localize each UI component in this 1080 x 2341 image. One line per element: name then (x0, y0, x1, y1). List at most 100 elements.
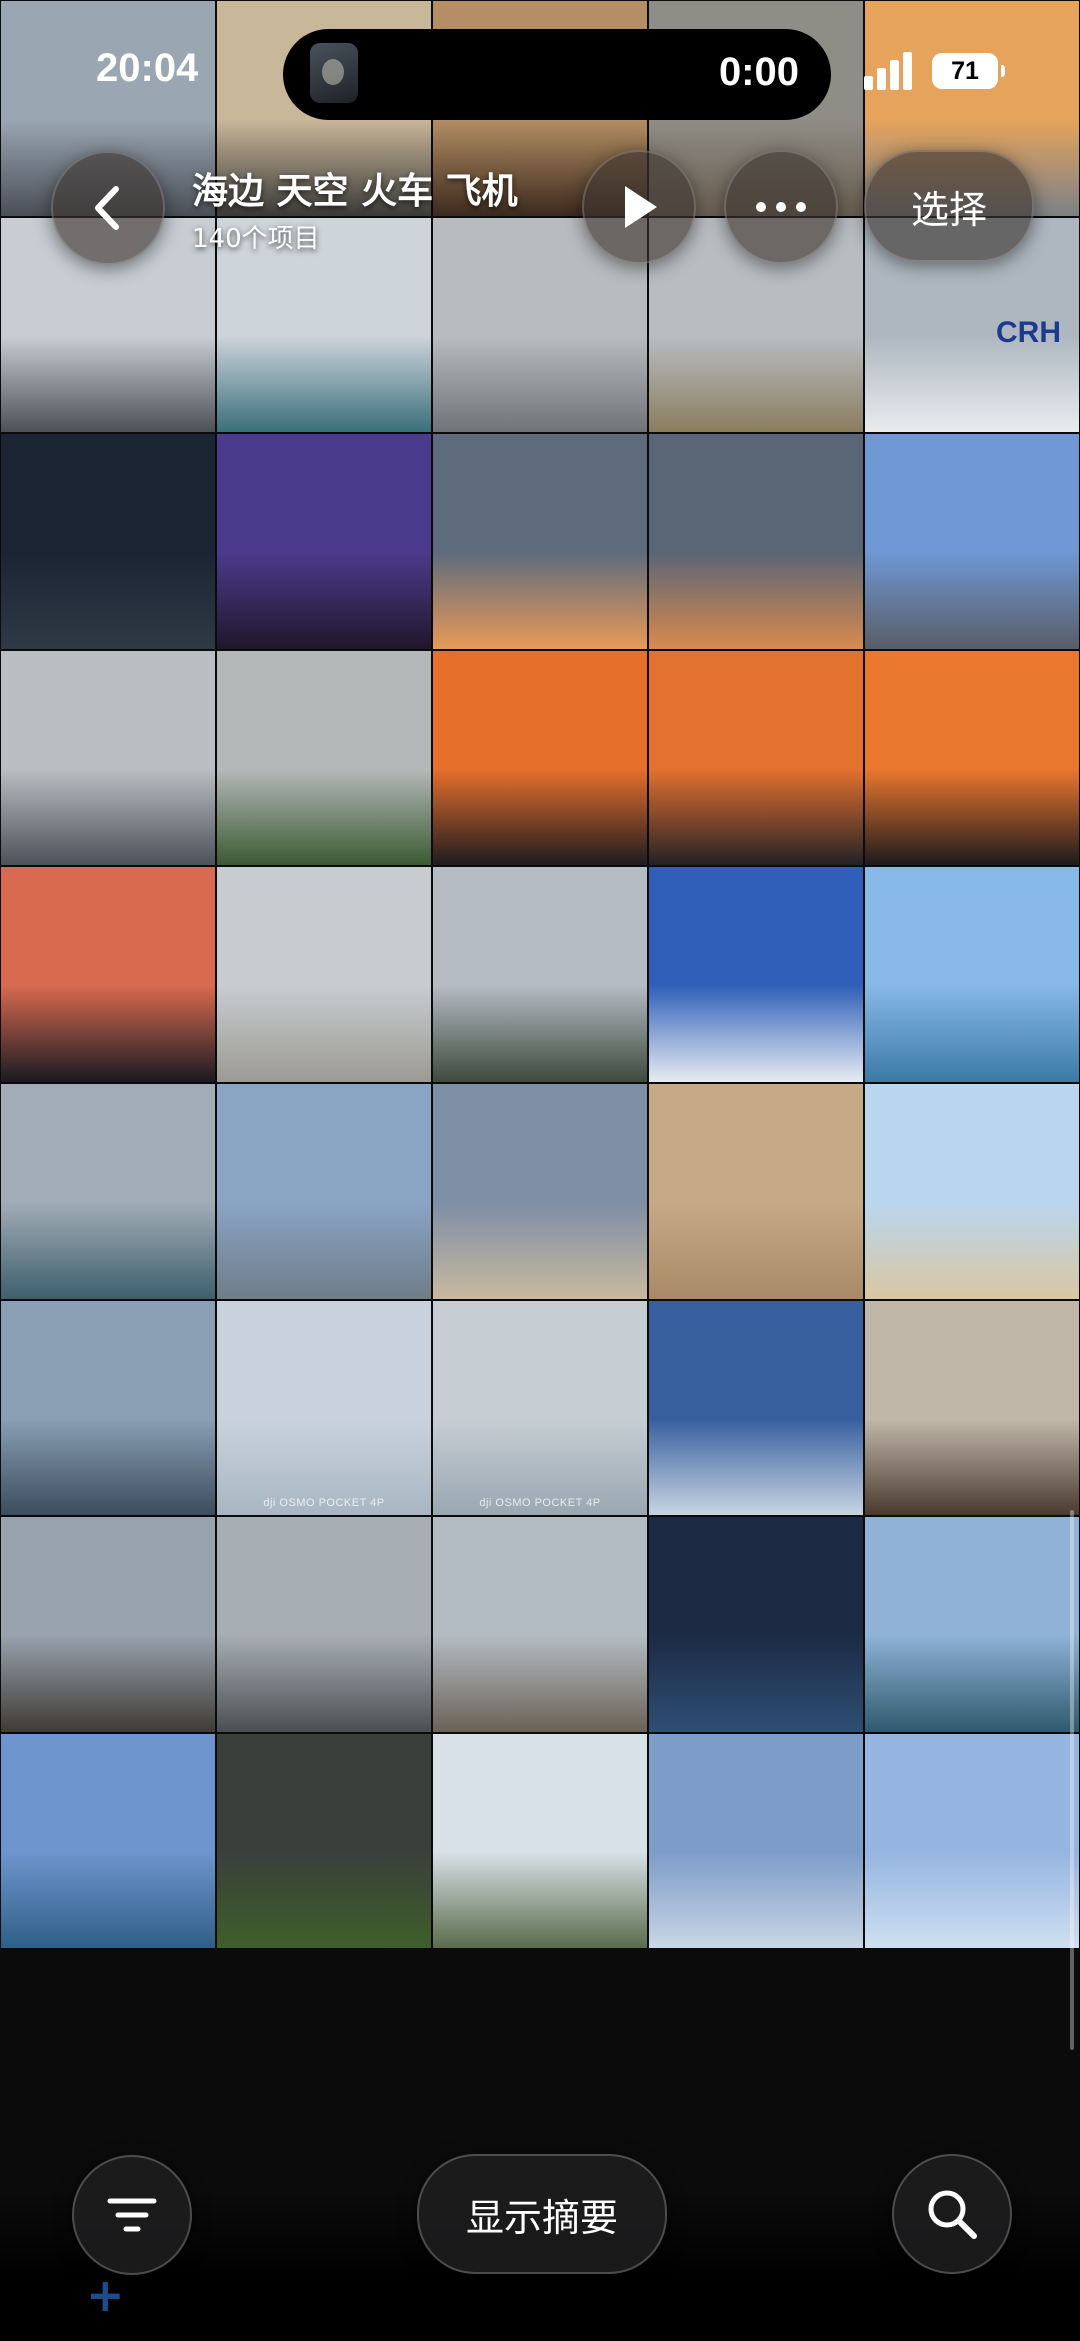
photo-watermark: dji OSMO POCKET 4P (263, 1497, 385, 1510)
filter-sort-button[interactable] (72, 2155, 192, 2275)
train-logo-text: CRH (996, 315, 1061, 349)
photo-thumbnail[interactable] (648, 1732, 864, 1950)
photo-grid: CRH dji OSMO POCKET 4P dji OSMO POCKET 4P (0, 0, 1080, 2341)
photo-watermark: dji OSMO POCKET 4P (479, 1497, 601, 1510)
filter-lines-icon (107, 2198, 157, 2232)
photo-thumbnail[interactable] (432, 649, 648, 867)
photo-foreground (1, 335, 215, 433)
photo-foreground (1, 1202, 215, 1299)
photo-foreground (649, 552, 863, 649)
chevron-left-icon (95, 186, 119, 230)
photo-foreground (217, 985, 431, 1082)
photo-thumbnail[interactable] (864, 1732, 1080, 1950)
photo-thumbnail[interactable]: dji OSMO POCKET 4P (216, 1299, 432, 1517)
photo-thumbnail[interactable] (0, 1732, 216, 1950)
photo-foreground (865, 1851, 1079, 1949)
photo-foreground (1, 552, 215, 649)
photo-foreground (865, 1202, 1079, 1299)
select-button[interactable]: 选择 (864, 150, 1034, 262)
photo-thumbnail[interactable] (216, 433, 432, 650)
photo-thumbnail[interactable] (648, 433, 864, 650)
play-slideshow-button[interactable] (582, 150, 696, 264)
photo-foreground (865, 1418, 1079, 1516)
photo-foreground (865, 1635, 1079, 1732)
photo-foreground (649, 985, 863, 1082)
photo-thumbnail[interactable] (216, 866, 432, 1083)
photo-thumbnail[interactable] (648, 866, 864, 1083)
show-summary-button[interactable]: 显示摘要 (417, 2154, 667, 2274)
photo-thumbnail[interactable] (432, 1082, 648, 1300)
photo-foreground (217, 1635, 431, 1732)
album-header: 海边 天空 火车 飞机 140个项目 (192, 162, 518, 255)
photo-foreground (433, 552, 647, 649)
photo-thumbnail[interactable] (864, 1299, 1080, 1517)
timer: 0:00 (718, 50, 799, 94)
photo-thumbnail[interactable] (648, 1082, 864, 1300)
photo-thumbnail[interactable] (216, 1516, 432, 1733)
photo-thumbnail[interactable] (864, 1516, 1080, 1733)
photo-foreground (433, 768, 647, 866)
back-button[interactable] (51, 151, 165, 265)
photo-thumbnail[interactable] (864, 1082, 1080, 1300)
photo-thumbnail[interactable] (432, 433, 648, 650)
photo-foreground (433, 335, 647, 433)
photo-foreground (649, 1851, 863, 1949)
photo-foreground (217, 1851, 431, 1949)
photo-thumbnail[interactable] (864, 649, 1080, 867)
photo-thumbnail[interactable] (648, 649, 864, 867)
photo-foreground (433, 1635, 647, 1732)
photo-foreground (433, 1202, 647, 1299)
photo-thumbnail[interactable] (864, 866, 1080, 1083)
photo-foreground (1, 1851, 215, 1949)
photo-thumbnail[interactable] (0, 866, 216, 1083)
dynamic-island[interactable]: 0:00 (283, 29, 831, 120)
photo-foreground (865, 768, 1079, 866)
photo-foreground (433, 985, 647, 1082)
album-title: 海边 天空 火车 飞机 (192, 171, 518, 212)
photo-foreground (1, 1418, 215, 1516)
photo-foreground (1, 1635, 215, 1732)
photo-thumbnail[interactable] (0, 1516, 216, 1733)
photo-thumbnail[interactable] (648, 1516, 864, 1733)
media-artwork (310, 43, 358, 103)
photo-foreground (649, 1202, 863, 1299)
photo-thumbnail[interactable] (432, 1516, 648, 1733)
signal-icon (864, 50, 918, 90)
photo-thumbnail[interactable] (216, 1082, 432, 1300)
play-icon (625, 186, 657, 228)
photo-thumbnail[interactable] (0, 1082, 216, 1300)
add-icon[interactable]: + (86, 2268, 125, 2322)
status-bar: 20:04 0:00 71 (0, 0, 1080, 150)
photo-thumbnail[interactable] (648, 1299, 864, 1517)
photo-foreground (1, 768, 215, 866)
photo-thumbnail[interactable]: dji OSMO POCKET 4P (432, 1299, 648, 1517)
photo-foreground (649, 335, 863, 433)
scrollbar[interactable] (1070, 1510, 1074, 2050)
photo-thumbnail[interactable] (432, 1732, 648, 1950)
more-options-button[interactable] (724, 150, 838, 264)
photo-thumbnail[interactable] (864, 433, 1080, 650)
photo-foreground (649, 1635, 863, 1732)
photo-foreground (649, 1418, 863, 1516)
photo-foreground (649, 768, 863, 866)
photo-foreground (217, 1202, 431, 1299)
photo-foreground (217, 768, 431, 866)
photo-foreground (217, 552, 431, 649)
item-count: 140个项目 (192, 224, 320, 254)
photo-foreground (865, 552, 1079, 649)
photo-foreground (433, 1851, 647, 1949)
clock: 20:04 (96, 46, 199, 90)
search-button[interactable] (892, 2154, 1012, 2274)
photo-foreground (865, 335, 1079, 433)
photo-thumbnail[interactable] (0, 649, 216, 867)
photo-thumbnail[interactable] (0, 433, 216, 650)
ellipsis-icon (756, 202, 806, 212)
photo-thumbnail[interactable] (216, 649, 432, 867)
battery-icon: 71 (932, 53, 1005, 89)
photo-foreground (1, 985, 215, 1082)
photo-thumbnail[interactable] (432, 866, 648, 1083)
photo-thumbnail[interactable] (216, 1732, 432, 1950)
photo-thumbnail[interactable] (0, 1299, 216, 1517)
photo-foreground (217, 335, 431, 433)
photo-foreground (865, 985, 1079, 1082)
